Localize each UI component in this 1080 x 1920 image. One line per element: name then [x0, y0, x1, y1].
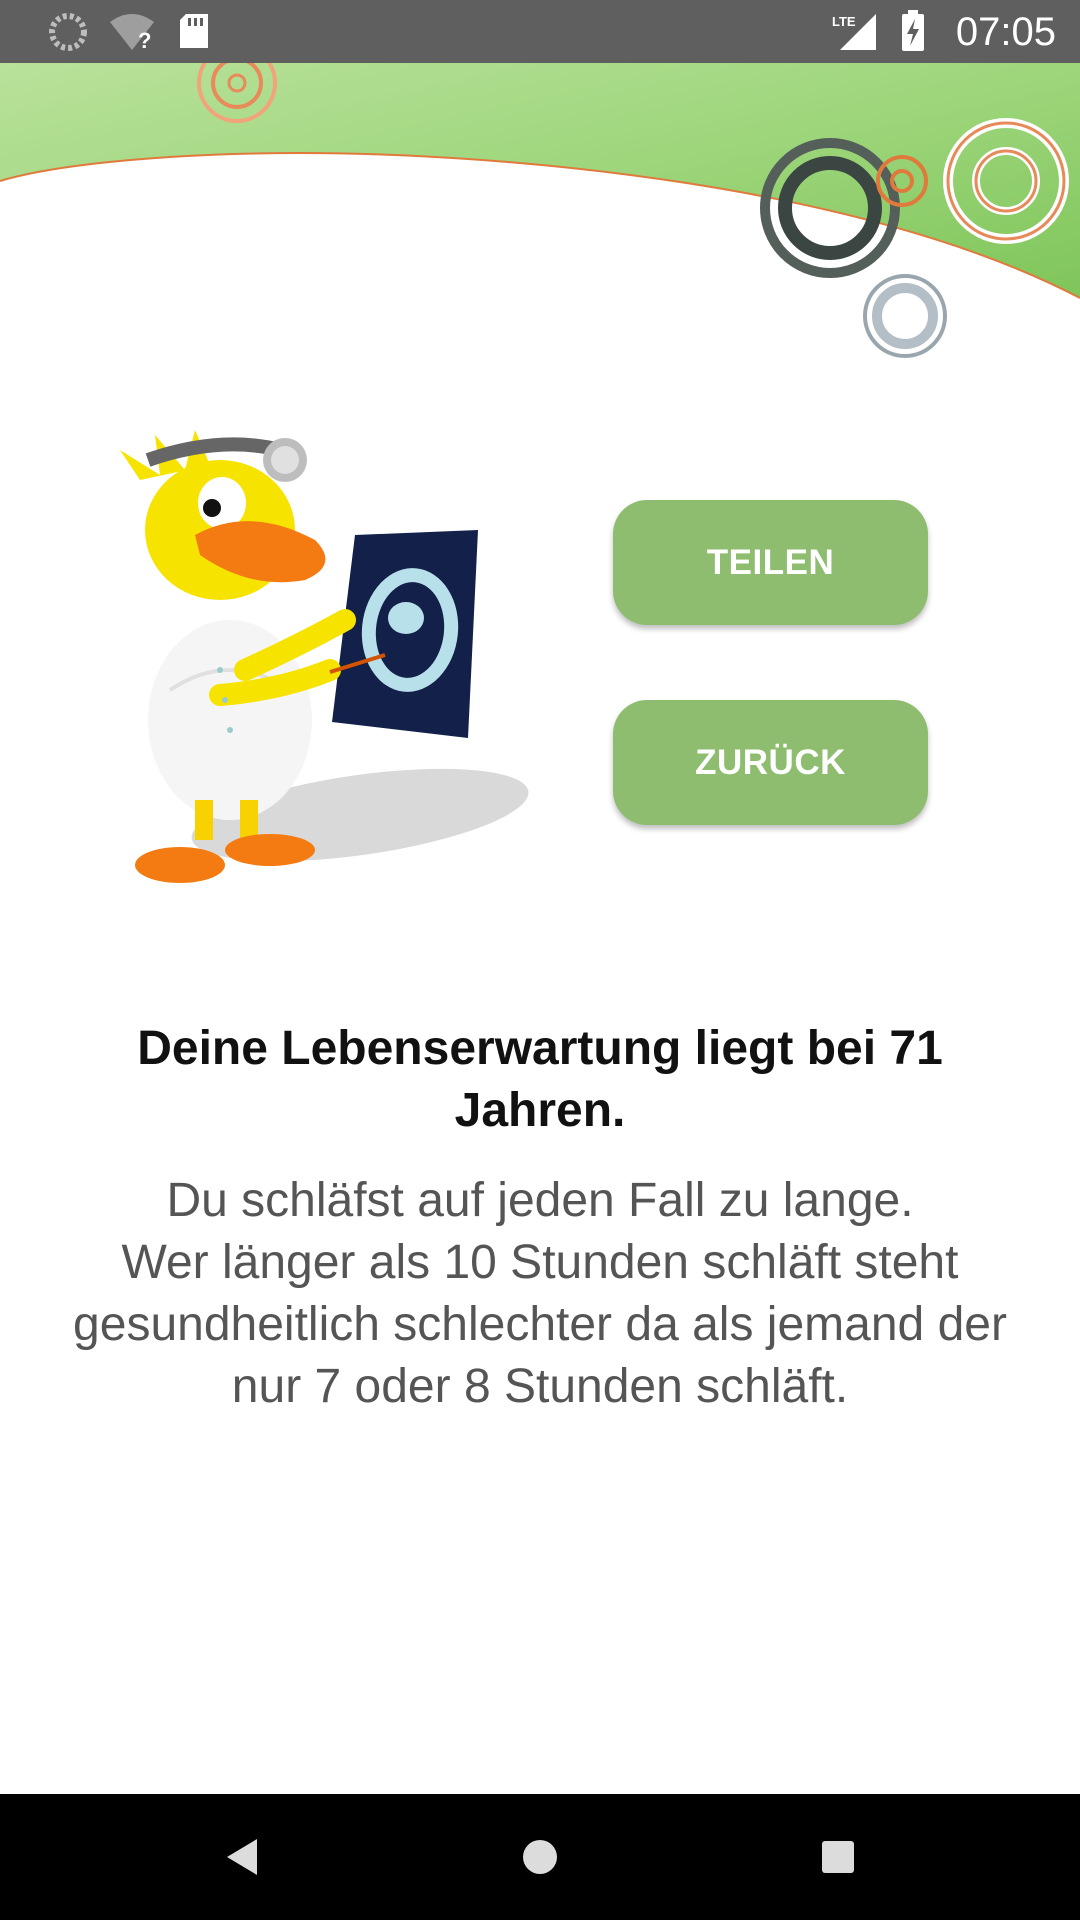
status-time: 07:05 [955, 10, 1056, 54]
header-banner [0, 63, 1080, 358]
result-description: Du schläfst auf jeden Fall zu lange. Wer… [73, 1174, 1007, 1413]
signal-icon: LTE [832, 14, 876, 50]
back-icon[interactable] [213, 1827, 273, 1887]
xray-image [332, 530, 478, 738]
loading-icon [49, 13, 87, 51]
doctor-duck-illustration [120, 430, 529, 883]
result-title: Deine Lebenserwartung liegt bei 71 Jahre… [137, 1022, 943, 1137]
svg-text:LTE: LTE [832, 14, 856, 29]
sd-card-icon [180, 14, 208, 48]
svg-text:?: ? [138, 28, 151, 52]
navigation-bar [0, 1794, 1080, 1920]
share-button[interactable]: TEILEN [613, 500, 928, 625]
status-bar: ? LTE 07:05 [0, 0, 1080, 63]
wifi-unknown-icon: ? [110, 14, 154, 52]
battery-charging-icon [902, 10, 924, 51]
home-icon[interactable] [510, 1827, 570, 1887]
recents-icon[interactable] [808, 1827, 868, 1887]
back-button[interactable]: ZURÜCK [613, 700, 928, 825]
